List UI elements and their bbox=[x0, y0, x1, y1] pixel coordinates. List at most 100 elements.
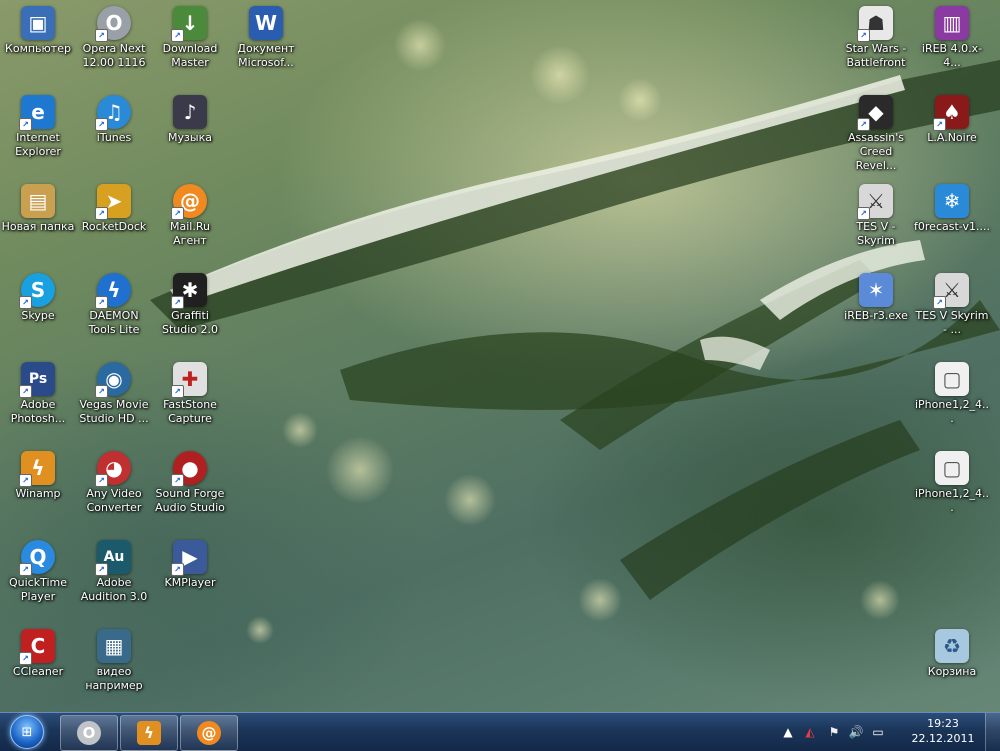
opera-icon: O ↗ bbox=[95, 6, 131, 42]
desktop-icon-any-video-converter[interactable]: ◕ ↗ Any Video Converter bbox=[74, 445, 154, 531]
desktop-icon-label: Graffiti Studio 2.0 bbox=[161, 309, 219, 336]
shortcut-arrow-icon: ↗ bbox=[171, 563, 184, 576]
network-activity-icon[interactable]: ◭ bbox=[802, 724, 818, 740]
shortcut-arrow-icon: ↗ bbox=[95, 385, 108, 398]
desktop-icon-ireb-r3[interactable]: ✶ iREB-r3.exe bbox=[836, 267, 916, 353]
shortcut-arrow-icon: ↗ bbox=[95, 296, 108, 309]
desktop-icon-kmplayer[interactable]: ▶ ↗ KMPlayer bbox=[150, 534, 230, 620]
desktop-icon-sound-forge[interactable]: ● ↗ Sound Forge Audio Studio bbox=[150, 445, 230, 531]
audition-icon: Au ↗ bbox=[95, 540, 131, 576]
skype-icon: S ↗ bbox=[19, 273, 55, 309]
shortcut-arrow-icon: ↗ bbox=[19, 652, 32, 665]
desktop-icon-label: Компьютер bbox=[5, 42, 71, 55]
desktop-icon-label: Новая папка bbox=[1, 220, 75, 233]
vegas-movie-studio-icon: ◉ ↗ bbox=[95, 362, 131, 398]
desktop-icon-label: f0recast-v1.... bbox=[914, 220, 990, 233]
folder-icon: ▤ bbox=[21, 184, 55, 218]
itunes-icon: ♫ ↗ bbox=[95, 95, 131, 131]
start-button[interactable]: ⊞ bbox=[4, 714, 50, 750]
action-center-flag-icon[interactable]: ⚑ bbox=[826, 724, 842, 740]
desktop-icon-iphone-ipsw-1[interactable]: ▢ iPhone1,2_4... bbox=[912, 356, 992, 442]
kmplayer-icon: ▶ ↗ bbox=[171, 540, 207, 576]
volume-icon[interactable]: 🔊 bbox=[848, 724, 864, 740]
desktop-icon-tes-skyrim[interactable]: ⚔ ↗ TES V - Skyrim bbox=[836, 178, 916, 264]
desktop-icon-label: Star Wars - Battlefront bbox=[845, 42, 907, 69]
taskbar-pinned-winamp[interactable]: ϟ bbox=[120, 715, 178, 751]
desktop-icon-label: Mail.Ru Агент bbox=[170, 220, 210, 247]
desktop-icon-download-master[interactable]: ↓ ↗ Download Master bbox=[150, 0, 230, 86]
desktop-icon-label: iREB 4.0.x-4... bbox=[921, 42, 983, 69]
shortcut-arrow-icon: ↗ bbox=[171, 385, 184, 398]
winamp-icon: ϟ bbox=[137, 721, 161, 745]
desktop-icon-label: iPhone1,2_4... bbox=[914, 487, 990, 514]
music-folder-icon: ♪ bbox=[173, 95, 207, 129]
desktop-icon-opera[interactable]: O ↗ Opera Next 12.00 1116 bbox=[74, 0, 154, 86]
shortcut-arrow-icon: ↗ bbox=[95, 118, 108, 131]
video-file-icon: ▦ bbox=[97, 629, 131, 663]
desktop-icon-label: Vegas Movie Studio HD ... bbox=[79, 398, 149, 425]
desktop-icon-label: Winamp bbox=[15, 487, 61, 500]
show-desktop-button[interactable] bbox=[985, 713, 1000, 751]
desktop-icon-internet-explorer[interactable]: e ↗ Internet Explorer bbox=[0, 89, 78, 175]
ipsw-file-icon: ▢ bbox=[935, 362, 969, 396]
photoshop-icon: Ps ↗ bbox=[19, 362, 55, 398]
desktop-icon-assassins-creed[interactable]: ◆ ↗ Assassin's Creed Revel... bbox=[836, 89, 916, 175]
winrar-archive-icon: ▥ bbox=[935, 6, 969, 40]
desktop-icon-f0recast[interactable]: ❄ f0recast-v1.... bbox=[912, 178, 992, 264]
desktop-icon-photoshop[interactable]: Ps ↗ Adobe Photosh... bbox=[0, 356, 78, 442]
ipsw-file-icon: ▢ bbox=[935, 451, 969, 485]
desktop-icon-winamp[interactable]: ϟ ↗ Winamp bbox=[0, 445, 78, 531]
network-icon[interactable]: ▭ bbox=[870, 724, 886, 740]
desktop-icon-vegas[interactable]: ◉ ↗ Vegas Movie Studio HD ... bbox=[74, 356, 154, 442]
desktop-icon-audition[interactable]: Au ↗ Adobe Audition 3.0 bbox=[74, 534, 154, 620]
desktop-icon-ireb-archive[interactable]: ▥ iREB 4.0.x-4... bbox=[912, 0, 992, 86]
desktop-icon-novaya-papka[interactable]: ▤ Новая папка bbox=[0, 178, 78, 264]
shortcut-arrow-icon: ↗ bbox=[19, 118, 32, 131]
show-hidden-icons-arrow-icon[interactable]: ▲ bbox=[780, 724, 796, 740]
desktop-icon-daemon-tools[interactable]: ϟ ↗ DAEMON Tools Lite bbox=[74, 267, 154, 353]
mailru-agent-icon: @ ↗ bbox=[171, 184, 207, 220]
desktop-icon-muzyka[interactable]: ♪ Музыка bbox=[150, 89, 230, 175]
shortcut-arrow-icon: ↗ bbox=[171, 29, 184, 42]
clock-date: 22.12.2011 bbox=[911, 732, 975, 745]
desktop-icon-tes-skyrim-2[interactable]: ⚔ ↗ TES V Skyrim - ... bbox=[912, 267, 992, 353]
desktop-icon-rocketdock[interactable]: ➤ ↗ RocketDock bbox=[74, 178, 154, 264]
desktop-icon-la-noire[interactable]: ♠ ↗ L.A.Noire bbox=[912, 89, 992, 175]
ireb-exe-icon: ✶ bbox=[859, 273, 893, 307]
taskbar-pinned-opera[interactable]: O bbox=[60, 715, 118, 751]
desktop-icon-label: CCleaner bbox=[12, 665, 64, 678]
desktop-icon-label: L.A.Noire bbox=[927, 131, 977, 144]
shortcut-arrow-icon: ↗ bbox=[171, 474, 184, 487]
computer-icon: ▣ bbox=[21, 6, 55, 40]
shortcut-arrow-icon: ↗ bbox=[857, 207, 870, 220]
desktop-icon-skype[interactable]: S ↗ Skype bbox=[0, 267, 78, 353]
desktop-icon-itunes[interactable]: ♫ ↗ iTunes bbox=[74, 89, 154, 175]
skyrim-icon: ⚔ ↗ bbox=[857, 184, 893, 220]
shortcut-arrow-icon: ↗ bbox=[171, 207, 184, 220]
desktop-icon-label: KMPlayer bbox=[164, 576, 216, 589]
desktop-icon-kompyuter[interactable]: ▣ Компьютер bbox=[0, 0, 78, 86]
desktop-icon-label: Корзина bbox=[927, 665, 977, 678]
star-wars-icon: ☗ ↗ bbox=[857, 6, 893, 42]
taskbar-pinned-mailru-agent[interactable]: @ bbox=[180, 715, 238, 751]
clock-time: 19:23 bbox=[927, 717, 959, 730]
desktop-icon-star-wars[interactable]: ☗ ↗ Star Wars - Battlefront bbox=[836, 0, 916, 86]
desktop-icon-ccleaner[interactable]: C ↗ CCleaner bbox=[0, 623, 78, 709]
desktop-icon-label: Документ Microsof... bbox=[237, 42, 295, 69]
desktop-icon-label: Assassin's Creed Revel... bbox=[848, 131, 904, 172]
clock[interactable]: 19:23 22.12.2011 bbox=[908, 716, 978, 746]
desktop-icon-quicktime[interactable]: Q ↗ QuickTime Player bbox=[0, 534, 78, 620]
ccleaner-icon: C ↗ bbox=[19, 629, 55, 665]
desktop-icon-video[interactable]: ▦ видео например bbox=[74, 623, 154, 709]
desktop-icon-document[interactable]: W Документ Microsof... bbox=[226, 0, 306, 86]
desktop-icon-label: FastStone Capture bbox=[163, 398, 217, 425]
desktop-icon-faststone-capture[interactable]: ✚ ↗ FastStone Capture bbox=[150, 356, 230, 442]
shortcut-arrow-icon: ↗ bbox=[171, 296, 184, 309]
desktop-icon-recycle-bin[interactable]: ♻ Корзина bbox=[912, 623, 992, 709]
skyrim-icon: ⚔ ↗ bbox=[933, 273, 969, 309]
desktop-icon-label: iPhone1,2_4... bbox=[914, 398, 990, 425]
desktop-icon-mailru-agent[interactable]: @ ↗ Mail.Ru Агент bbox=[150, 178, 230, 264]
desktop-icon-graffiti-studio[interactable]: ✱ ↗ Graffiti Studio 2.0 bbox=[150, 267, 230, 353]
desktop-icon-label: QuickTime Player bbox=[8, 576, 68, 603]
desktop-icon-iphone-ipsw-2[interactable]: ▢ iPhone1,2_4... bbox=[912, 445, 992, 531]
